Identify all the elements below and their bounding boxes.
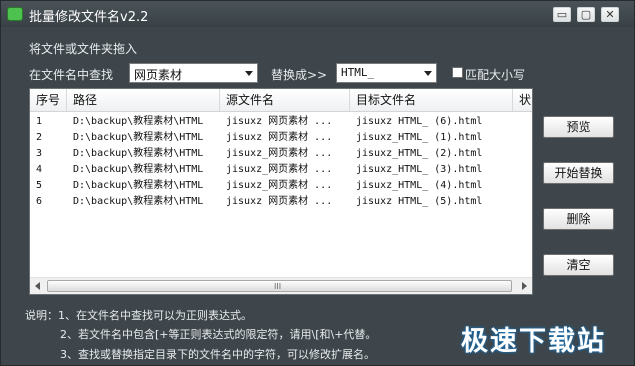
cell-no: 2: [36, 132, 43, 143]
match-case-checkbox[interactable]: [452, 67, 463, 78]
column-header-source[interactable]: 源文件名: [220, 89, 350, 111]
note-line-1: 说明：1、在文件名中查找可以为正则表达式。: [25, 309, 252, 322]
cell-target: jisuxz_HTML_ (4).html: [356, 180, 483, 191]
list-header: 序号 路径 源文件名 目标文件名 状: [30, 89, 532, 112]
search-value: 网页素材: [134, 68, 183, 82]
cell-path: D:\backup\教程素材\HTML: [73, 180, 204, 191]
replace-value: HTML_: [341, 66, 375, 79]
cell-source: jisuxz_网页素材 ...: [226, 164, 333, 175]
cell-path: D:\backup\教程素材\HTML: [73, 116, 204, 127]
cell-no: 6: [36, 196, 43, 207]
drop-hint-label: 将文件或文件夹拖入: [29, 42, 138, 56]
cell-path: D:\backup\教程素材\HTML: [73, 164, 204, 175]
cell-no: 1: [36, 116, 43, 127]
cell-source: jisuxz 网页素材 ...: [226, 116, 333, 127]
close-button[interactable]: ✕: [601, 7, 619, 22]
cell-source: jisuxz_网页素材 ...: [226, 148, 333, 159]
search-label: 在文件名中查找: [29, 68, 114, 82]
grip-icon: III: [274, 282, 282, 291]
start-replace-button[interactable]: 开始替换: [543, 162, 614, 184]
cell-no: 5: [36, 180, 43, 191]
dropdown-arrow-icon[interactable]: [245, 71, 253, 76]
cell-source: jisuxz_网页素材 ...: [226, 180, 333, 191]
cell-target: jisuxz HTML_ (6).html: [356, 116, 483, 127]
search-combo[interactable]: 网页素材: [129, 63, 258, 83]
minimize-button[interactable]: ▭: [553, 7, 571, 22]
replace-combo[interactable]: HTML_: [336, 63, 437, 83]
cell-target: jisuxz_HTML_ (2).html: [356, 148, 483, 159]
window-title: 批量修改文件名v2.2: [29, 10, 149, 25]
app-window: 批量修改文件名v2.2 ▭ ▢ ✕ 将文件或文件夹拖入 在文件名中查找 网页素材…: [0, 0, 635, 366]
table-row[interactable]: 2 D:\backup\教程素材\HTML jisuxz 网页素材 ... ji…: [30, 130, 532, 146]
column-header-no[interactable]: 序号: [30, 89, 67, 111]
note-line-3: 3、查找或替换指定目录下的文件名中的字符，可以修改扩展名。: [60, 348, 375, 361]
cell-path: D:\backup\教程素材\HTML: [73, 132, 204, 143]
match-case-label: 匹配大小写: [465, 68, 526, 82]
file-list[interactable]: 序号 路径 源文件名 目标文件名 状 1 D:\backup\教程素材\HTML…: [29, 88, 533, 295]
preview-button[interactable]: 预览: [543, 116, 614, 138]
clear-button[interactable]: 清空: [543, 254, 614, 276]
note-line-2: 2、若文件名中包含[+等正则表达式的限定符，请用\[和\+代替。: [60, 328, 377, 341]
table-row[interactable]: 4 D:\backup\教程素材\HTML jisuxz_网页素材 ... ji…: [30, 162, 532, 178]
column-header-path[interactable]: 路径: [67, 89, 220, 111]
cell-target: jisuxz_HTML_ (3).html: [356, 164, 483, 175]
table-row[interactable]: 1 D:\backup\教程素材\HTML jisuxz 网页素材 ... ji…: [30, 114, 532, 130]
delete-button[interactable]: 删除: [543, 208, 614, 230]
table-row[interactable]: 3 D:\backup\教程素材\HTML jisuxz_网页素材 ... ji…: [30, 146, 532, 162]
table-row[interactable]: 6 D:\backup\教程素材\HTML jisuxz 网页素材 ... ji…: [30, 194, 532, 210]
replace-label: 替换成>>: [271, 68, 328, 82]
scroll-left-icon[interactable]: [35, 282, 40, 290]
cell-no: 3: [36, 148, 43, 159]
dropdown-arrow-icon[interactable]: [424, 71, 432, 76]
cell-target: jisuxz_HTML_ (1).html: [356, 132, 483, 143]
horizontal-scrollbar[interactable]: III: [30, 277, 532, 294]
cell-path: D:\backup\教程素材\HTML: [73, 148, 204, 159]
column-header-target[interactable]: 目标文件名: [350, 89, 513, 111]
table-row[interactable]: 5 D:\backup\教程素材\HTML jisuxz_网页素材 ... ji…: [30, 178, 532, 194]
maximize-button[interactable]: ▢: [577, 7, 595, 22]
cell-target: jisuxz HTML_ (5).html: [356, 196, 483, 207]
column-header-status[interactable]: 状: [513, 89, 532, 111]
scroll-thumb[interactable]: III: [47, 280, 512, 292]
title-bar[interactable]: 批量修改文件名v2.2 ▭ ▢ ✕: [1, 1, 634, 27]
cell-source: jisuxz 网页素材 ...: [226, 132, 333, 143]
cell-no: 4: [36, 164, 43, 175]
cell-path: D:\backup\教程素材\HTML: [73, 196, 204, 207]
app-icon: [7, 7, 23, 21]
scroll-right-icon[interactable]: [522, 282, 527, 290]
watermark-logo: 极速下载站: [461, 326, 606, 357]
cell-source: jisuxz 网页素材 ...: [226, 196, 333, 207]
